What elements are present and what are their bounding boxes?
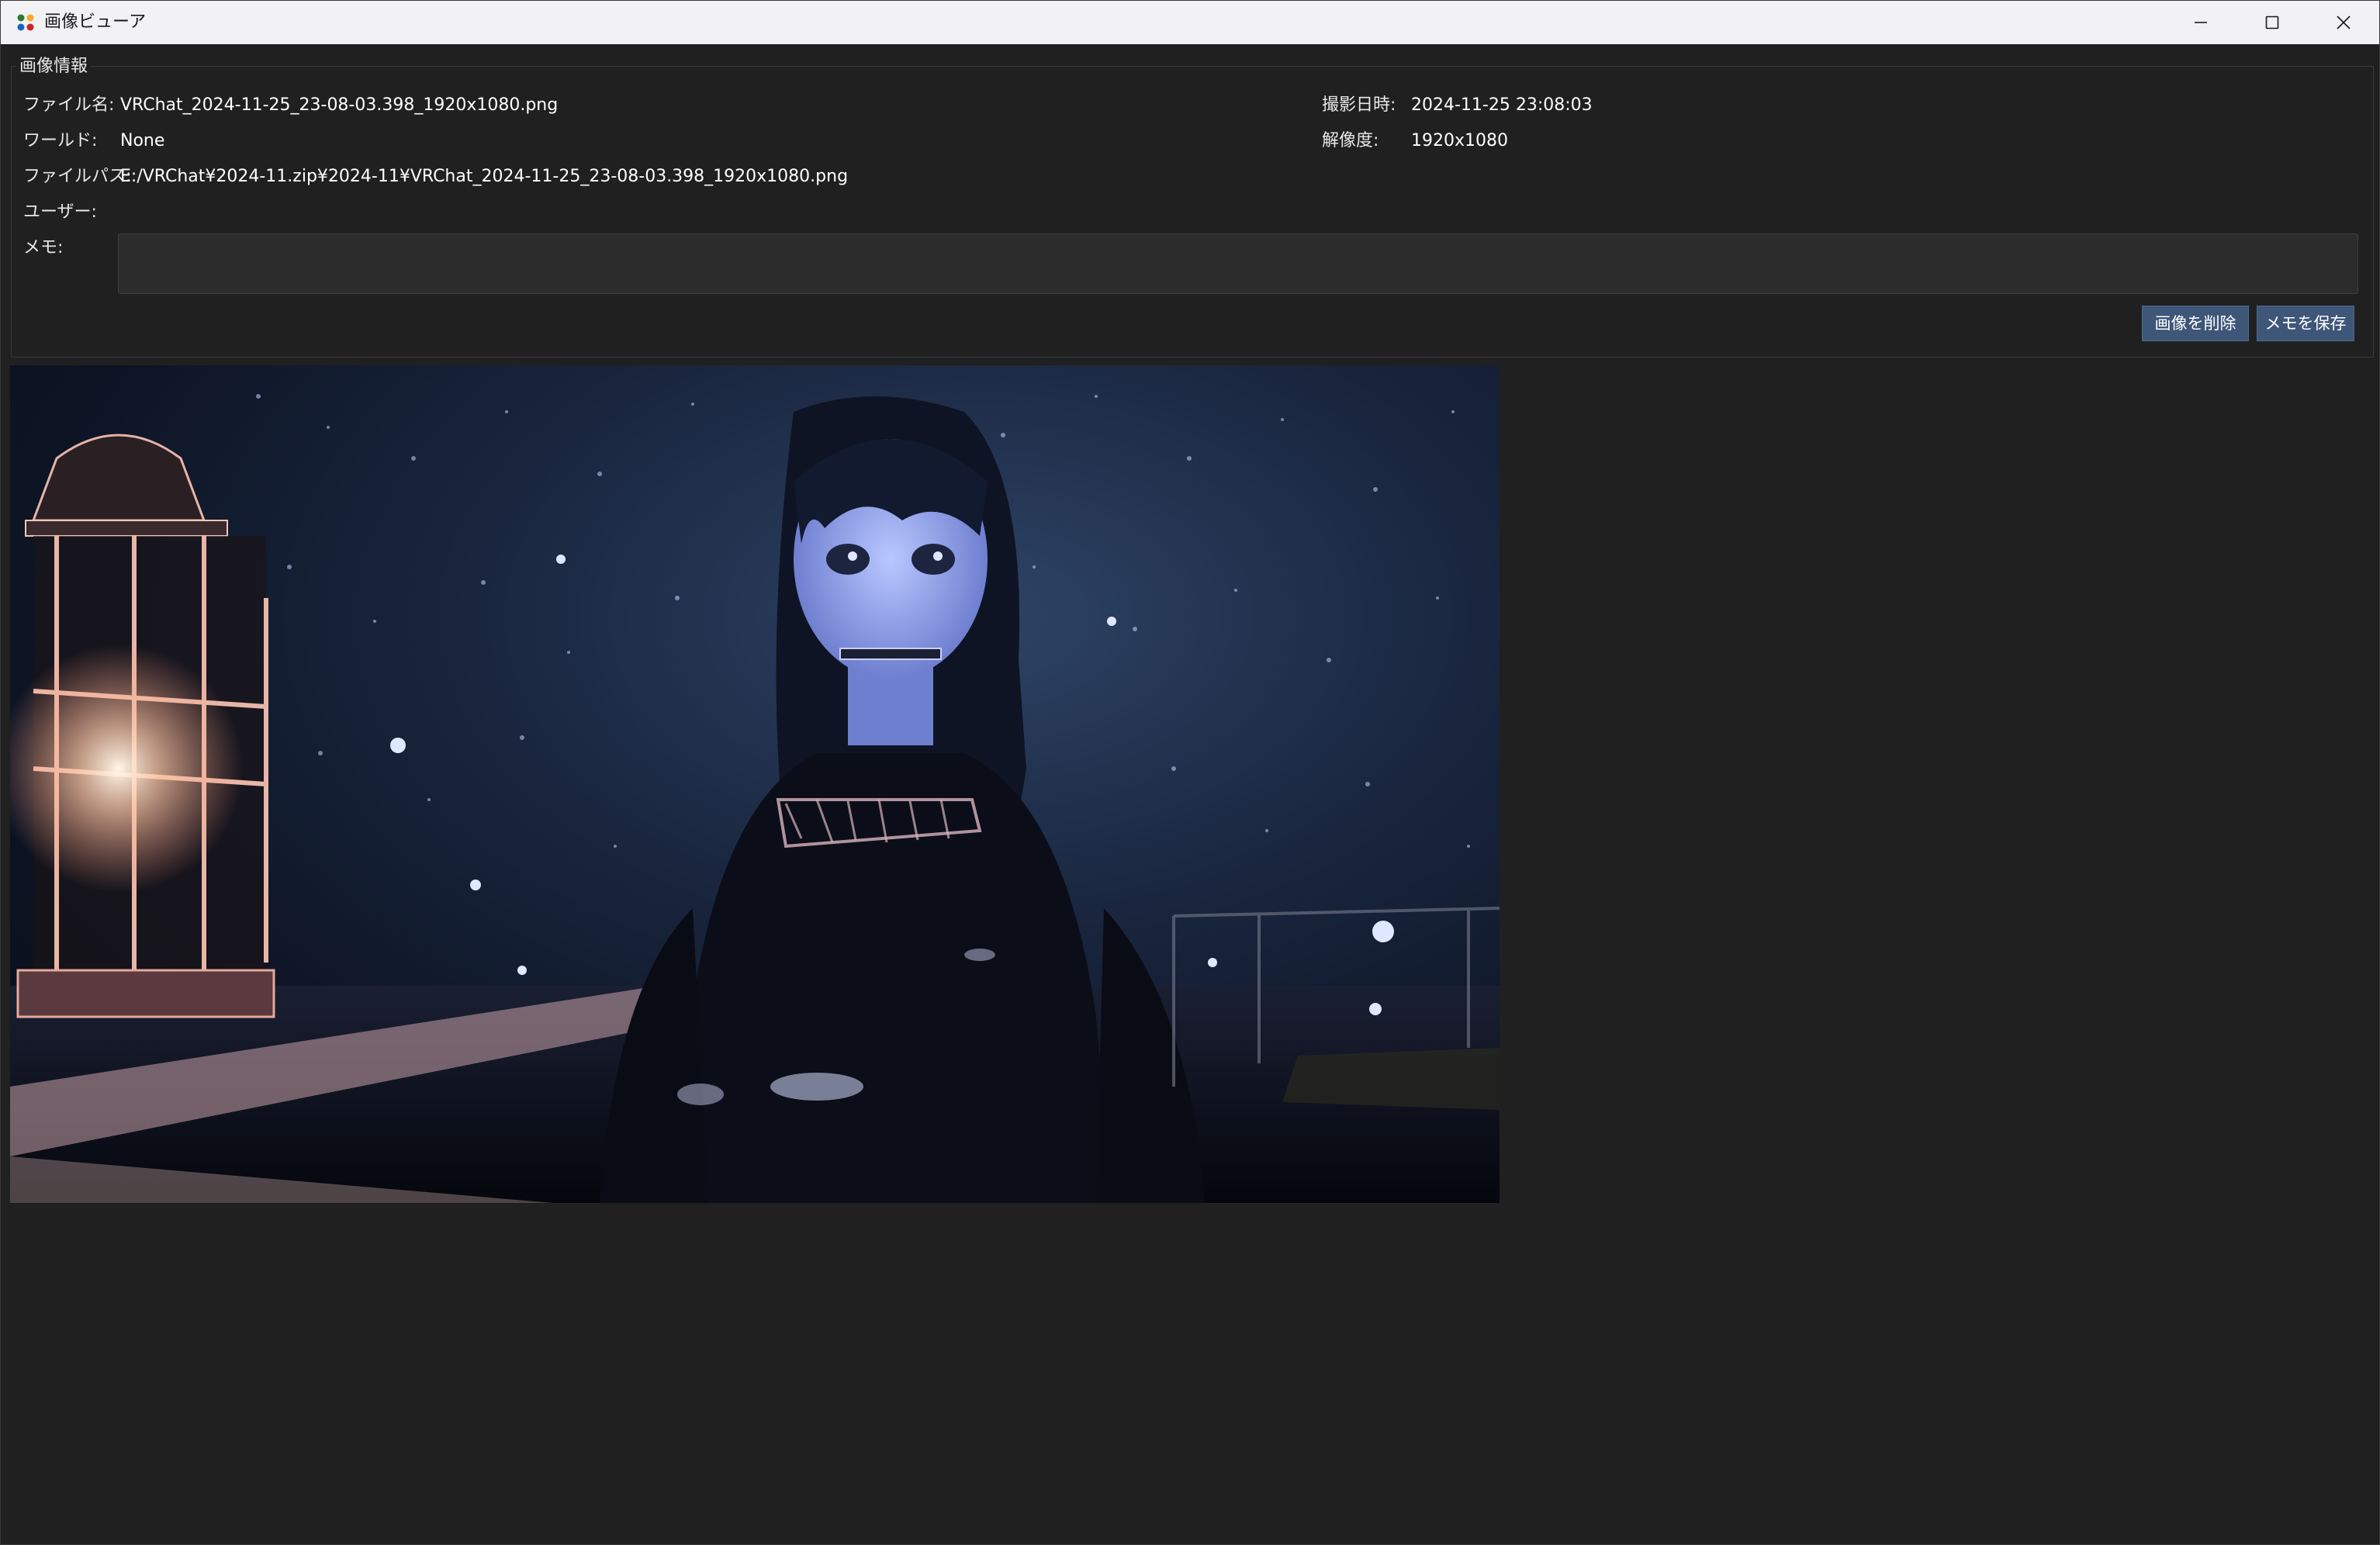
- character: [600, 396, 1205, 1203]
- resolution-label: 解像度:: [1322, 131, 1379, 150]
- world-value: None: [120, 131, 165, 150]
- save-memo-button[interactable]: メモを保存: [2257, 306, 2354, 341]
- maximize-button[interactable]: [2236, 1, 2308, 44]
- window-title: 画像ビューア: [44, 12, 147, 32]
- minimize-icon: [2195, 22, 2207, 23]
- image-viewer-window: 画像ビューア 画像情報 ファイル名: VRChat_2024-11-25_23-…: [0, 0, 2380, 1545]
- minimize-button[interactable]: [2165, 1, 2236, 44]
- memo-label: メモ:: [23, 238, 64, 258]
- filename-label: ファイル名:: [23, 95, 115, 115]
- screenshot-image: [10, 394, 1500, 1203]
- close-button[interactable]: [2308, 1, 2379, 44]
- app-icon: [17, 14, 34, 31]
- lantern: [10, 434, 275, 1018]
- filename-value: VRChat_2024-11-25_23-08-03.398_1920x1080…: [120, 95, 559, 115]
- resolution-value: 1920x1080: [1411, 131, 1508, 150]
- memo-input[interactable]: [118, 233, 2358, 294]
- image-preview: [10, 365, 1500, 1203]
- path-label: ファイルパス:: [23, 167, 132, 186]
- maximize-icon: [2265, 16, 2279, 29]
- close-icon: [2337, 16, 2351, 29]
- world-label: ワールド:: [23, 131, 98, 150]
- path-value: E:/VRChat¥2024-11.zip¥2024-11¥VRChat_202…: [120, 167, 849, 186]
- datetime-label: 撮影日時:: [1322, 95, 1396, 115]
- user-label: ユーザー:: [23, 202, 97, 222]
- delete-image-button[interactable]: 画像を削除: [2142, 306, 2249, 341]
- title-bar[interactable]: 画像ビューア: [1, 1, 2379, 44]
- image-info-group-title: 画像情報: [16, 55, 92, 78]
- datetime-value: 2024-11-25 23:08:03: [1411, 95, 1593, 115]
